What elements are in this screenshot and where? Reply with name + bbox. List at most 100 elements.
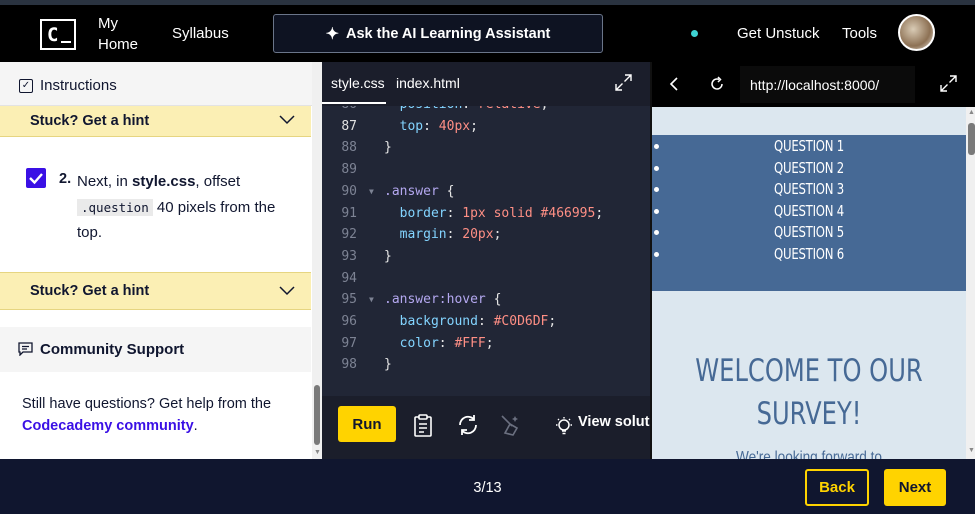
code-line[interactable]: 90 ▼ .answer { [322, 181, 650, 203]
code-text: color: #FFF; [399, 335, 494, 351]
line-number: 90 [341, 183, 357, 199]
list-bullet [654, 187, 659, 192]
logo-letter: C [47, 24, 59, 46]
line-number: 92 [341, 227, 357, 243]
expand-icon[interactable] [940, 75, 957, 92]
ai-assistant-label: Ask the AI Learning Assistant [346, 25, 551, 42]
intro-text: We're looking forward to [736, 449, 882, 459]
lightbulb-icon [556, 417, 572, 435]
back-button[interactable]: Back [805, 469, 869, 506]
hint-toggle[interactable]: Stuck? Get a hint [0, 106, 311, 137]
code-line[interactable]: 97 color: #FFF; [322, 333, 650, 355]
url-bar[interactable]: http://localhost:8000/ [740, 66, 915, 103]
task-file: style.css [132, 173, 196, 190]
list-bullet [654, 208, 659, 214]
question-item[interactable]: QUESTION 2 [687, 159, 932, 177]
line-number: 93 [341, 248, 357, 264]
code-editor: style.css index.html 86 position: relati… [322, 62, 653, 459]
logo-cursor [61, 41, 71, 43]
code-text: } [384, 248, 392, 264]
task-code: .question [77, 198, 153, 216]
code-text: top: 40px; [399, 118, 478, 134]
question-item[interactable]: QUESTION 6 [687, 245, 932, 263]
avatar[interactable] [898, 14, 935, 51]
fold-icon[interactable]: ▼ [369, 289, 374, 311]
my-home-line2: Home [98, 36, 139, 53]
line-number: 88 [341, 140, 357, 156]
view-solution-button[interactable]: View soluti [578, 414, 653, 430]
line-number: 97 [341, 335, 357, 351]
code-line[interactable]: 88} [322, 137, 650, 159]
line-number: 91 [341, 205, 357, 221]
instructions-scrollbar[interactable]: ▼ [312, 62, 322, 459]
codecademy-logo[interactable]: C [40, 19, 76, 50]
chat-icon [18, 342, 33, 356]
tab-index-html[interactable]: index.html [396, 75, 460, 91]
code-line[interactable]: 91 border: 1px solid #466995; [322, 203, 650, 225]
scroll-down-arrow[interactable]: ▼ [314, 449, 321, 456]
code-text: background: #C0D6DF; [399, 314, 557, 329]
code-text: position: relative; [384, 106, 549, 116]
question-item[interactable]: QUESTION 4 [687, 202, 932, 220]
code-line[interactable]: 93} [322, 246, 650, 268]
welcome-line-1: WELCOME TO OUR [695, 353, 923, 389]
instructions-panel: ✓ Instructions Stuck? Get a hint 2. Next… [0, 62, 322, 459]
scrollbar-thumb[interactable] [314, 385, 320, 445]
code-line[interactable]: 87 top: 40px; [322, 116, 650, 138]
code-line[interactable]: 92 margin: 20px; [322, 224, 650, 246]
back-arrow-icon[interactable] [668, 76, 680, 92]
task-checkbox[interactable] [26, 168, 46, 188]
community-link[interactable]: Codecademy community [22, 418, 194, 434]
reload-icon[interactable] [708, 75, 726, 93]
footer-bar: 3/13 Back Next [0, 459, 975, 514]
code-line[interactable]: 95 ▼ .answer:hover { [322, 289, 650, 311]
list-bullet [654, 251, 659, 257]
chevron-down-icon [279, 286, 295, 296]
code-text: margin: 20px; [399, 227, 502, 243]
code-line[interactable]: 94 [322, 268, 650, 290]
list-bullet [654, 144, 659, 149]
browser-bar: http://localhost:8000/ [652, 62, 975, 107]
editor-tabs: style.css index.html [322, 62, 650, 104]
question-item[interactable]: QUESTION 1 [687, 137, 932, 155]
community-title: Community Support [40, 341, 185, 358]
code-area[interactable]: 86 position: relative;87 top: 40px;88}89… [322, 106, 650, 396]
next-button[interactable]: Next [884, 469, 946, 506]
code-line[interactable]: 98} [322, 354, 650, 376]
tab-style-css[interactable]: style.css [331, 75, 385, 91]
ai-assistant-button[interactable]: ✦ Ask the AI Learning Assistant [273, 14, 603, 53]
code-line[interactable]: 89 [322, 159, 650, 181]
tools-menu[interactable]: Tools [842, 25, 877, 42]
code-text: } [384, 357, 392, 373]
hint-label-2: Stuck? Get a hint [30, 283, 150, 299]
run-button[interactable]: Run [338, 406, 396, 442]
task-mid: , offset [195, 173, 241, 190]
welcome-heading: WELCOME TO OUR SURVEY! [687, 350, 932, 436]
reset-icon[interactable] [456, 413, 480, 437]
scroll-down-arrow[interactable]: ▼ [968, 447, 975, 454]
period: . [193, 417, 198, 434]
clipboard-icon[interactable] [411, 413, 435, 437]
instructions-title: Instructions [40, 77, 117, 94]
code-line[interactable]: 96 background: #C0D6DF; [322, 311, 650, 333]
instructions-header[interactable]: ✓ Instructions [0, 62, 312, 106]
get-unstuck-menu[interactable]: Get Unstuck [737, 25, 820, 42]
syllabus-link[interactable]: Syllabus [172, 25, 229, 42]
sparkle-icon: ✦ [325, 25, 339, 43]
fold-icon[interactable]: ▼ [369, 181, 374, 203]
code-line[interactable]: 86 position: relative; [322, 106, 650, 116]
my-home-link[interactable]: My Home [98, 13, 138, 55]
scroll-up-arrow[interactable]: ▲ [968, 109, 975, 116]
line-number: 86 [322, 106, 357, 116]
task-prefix: Next, in [77, 173, 133, 190]
scrollbar-thumb[interactable] [968, 123, 975, 155]
question-item[interactable]: QUESTION 5 [687, 223, 932, 241]
expand-icon[interactable] [615, 74, 632, 91]
task-number: 2. [59, 171, 72, 187]
preview-scrollbar[interactable]: ▲ ▼ [966, 107, 975, 459]
question-item[interactable]: QUESTION 3 [687, 180, 932, 198]
hint-toggle-2[interactable]: Stuck? Get a hint [0, 272, 311, 310]
active-tab-indicator [322, 102, 386, 104]
code-text: border: 1px solid #466995; [399, 205, 604, 221]
line-number: 89 [341, 162, 357, 178]
